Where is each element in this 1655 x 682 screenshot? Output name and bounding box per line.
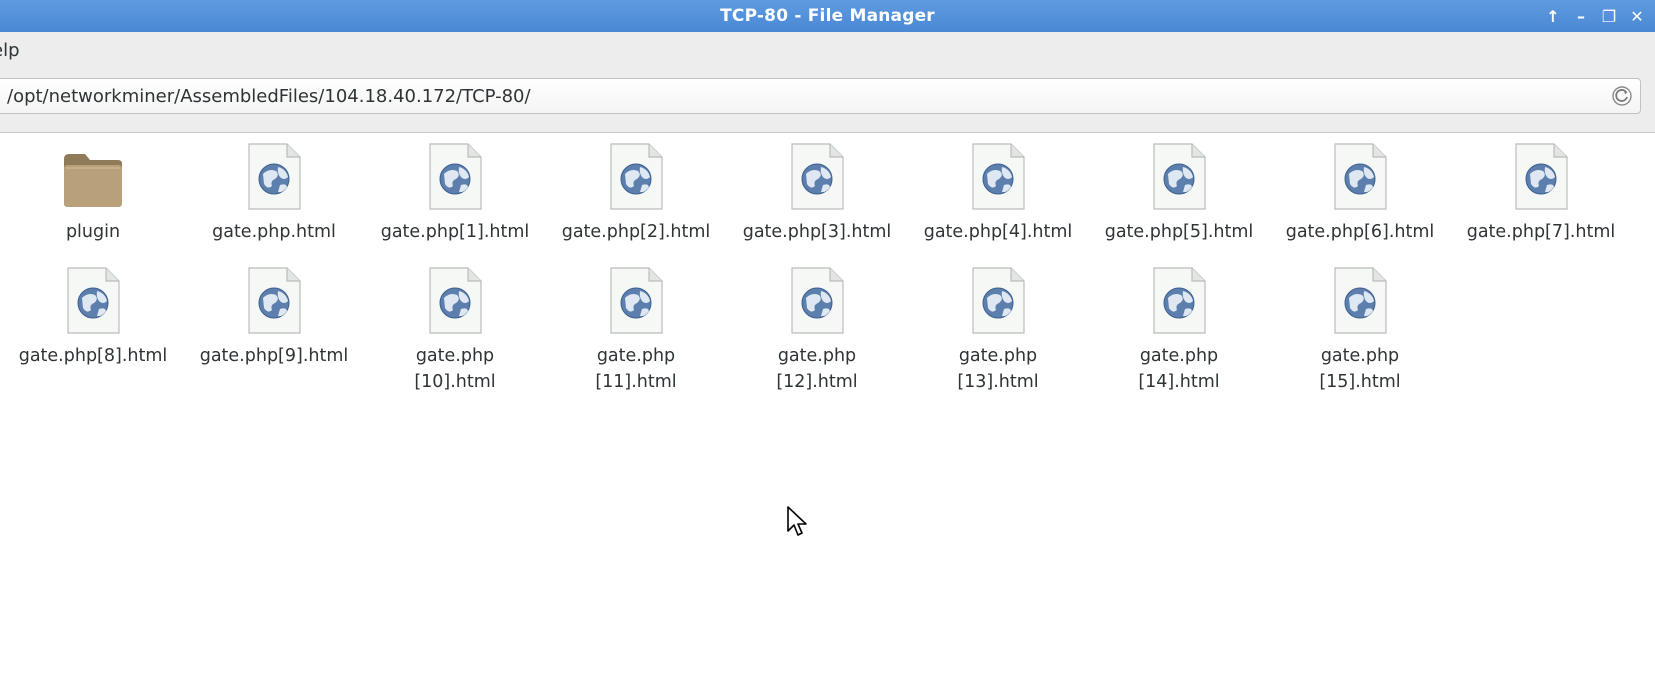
location-input[interactable]: /opt/networkminer/AssembledFiles/104.18.… bbox=[0, 78, 1641, 114]
html-file-icon bbox=[242, 141, 306, 213]
html-file-icon bbox=[604, 141, 668, 213]
file-name-label: gate.php[9].html bbox=[199, 346, 349, 366]
html-file-icon bbox=[785, 141, 849, 213]
file-name-label: gate.php[2].html bbox=[561, 222, 711, 242]
html-file-icon bbox=[61, 265, 125, 337]
file-name-label: gate.php [10].html bbox=[414, 346, 496, 392]
file-item[interactable]: gate.php[8].html bbox=[5, 265, 181, 369]
file-item[interactable]: gate.php[7].html bbox=[1453, 141, 1629, 245]
close-icon[interactable]: ✕ bbox=[1627, 4, 1647, 28]
file-item[interactable]: gate.php [15].html bbox=[1272, 265, 1448, 395]
file-name-label: gate.php [12].html bbox=[776, 346, 858, 392]
file-item[interactable]: gate.php[1].html bbox=[367, 141, 543, 245]
move-up-icon[interactable]: ↑ bbox=[1543, 4, 1563, 28]
file-item[interactable]: gate.php[2].html bbox=[548, 141, 724, 245]
window-title: TCP-80 - File Manager bbox=[720, 6, 935, 26]
file-name-label: gate.php[8].html bbox=[18, 346, 168, 366]
file-item[interactable]: gate.php [13].html bbox=[910, 265, 1086, 395]
file-item[interactable]: gate.php [11].html bbox=[548, 265, 724, 395]
html-file-icon bbox=[1328, 141, 1392, 213]
file-item[interactable]: gate.php.html bbox=[186, 141, 362, 245]
html-file-icon bbox=[1147, 141, 1211, 213]
file-item[interactable]: gate.php[5].html bbox=[1091, 141, 1267, 245]
html-file-icon bbox=[423, 265, 487, 337]
file-name-label: gate.php[6].html bbox=[1285, 222, 1435, 242]
html-file-icon bbox=[1147, 265, 1211, 337]
file-name-label: gate.php[7].html bbox=[1466, 222, 1616, 242]
html-file-icon bbox=[1328, 265, 1392, 337]
file-item[interactable]: gate.php [14].html bbox=[1091, 265, 1267, 395]
file-item[interactable]: gate.php[3].html bbox=[729, 141, 905, 245]
html-file-icon bbox=[1509, 141, 1573, 213]
file-item[interactable]: gate.php[4].html bbox=[910, 141, 1086, 245]
menu-help[interactable]: elp bbox=[0, 40, 20, 61]
file-item[interactable]: gate.php [10].html bbox=[367, 265, 543, 395]
file-icon-view[interactable]: plugin gate.php.html gate.php[1].html gate.… bbox=[0, 133, 1655, 682]
html-file-icon bbox=[604, 265, 668, 337]
window-titlebar[interactable]: TCP-80 - File Manager ↑ – ❐ ✕ bbox=[0, 0, 1655, 32]
file-name-label: gate.php[4].html bbox=[923, 222, 1073, 242]
file-item[interactable]: gate.php[6].html bbox=[1272, 141, 1448, 245]
file-item[interactable]: gate.php[9].html bbox=[186, 265, 362, 369]
file-name-label: gate.php[3].html bbox=[742, 222, 892, 242]
file-name-label: gate.php[1].html bbox=[380, 222, 530, 242]
file-name-label: gate.php [14].html bbox=[1138, 346, 1220, 392]
mouse-pointer-icon bbox=[787, 506, 807, 536]
location-bar: /opt/networkminer/AssembledFiles/104.18.… bbox=[0, 70, 1655, 133]
file-name-label: gate.php [11].html bbox=[595, 346, 677, 392]
file-name-label: gate.php.html bbox=[212, 222, 336, 242]
reload-icon[interactable] bbox=[1610, 84, 1634, 108]
html-file-icon bbox=[423, 141, 487, 213]
file-item[interactable]: gate.php [12].html bbox=[729, 265, 905, 395]
html-file-icon bbox=[785, 265, 849, 337]
window-controls: ↑ – ❐ ✕ bbox=[1543, 4, 1647, 28]
menubar: elp bbox=[0, 32, 1655, 71]
html-file-icon bbox=[966, 141, 1030, 213]
html-file-icon bbox=[242, 265, 306, 337]
html-file-icon bbox=[966, 265, 1030, 337]
file-name-label: plugin bbox=[65, 222, 121, 242]
file-name-label: gate.php [13].html bbox=[957, 346, 1039, 392]
folder-icon bbox=[61, 141, 125, 213]
folder-item[interactable]: plugin bbox=[5, 141, 181, 245]
minimize-icon[interactable]: – bbox=[1571, 4, 1591, 28]
location-path[interactable]: /opt/networkminer/AssembledFiles/104.18.… bbox=[7, 86, 531, 107]
file-name-label: gate.php [15].html bbox=[1319, 346, 1401, 392]
file-name-label: gate.php[5].html bbox=[1104, 222, 1254, 242]
restore-icon[interactable]: ❐ bbox=[1599, 4, 1619, 28]
